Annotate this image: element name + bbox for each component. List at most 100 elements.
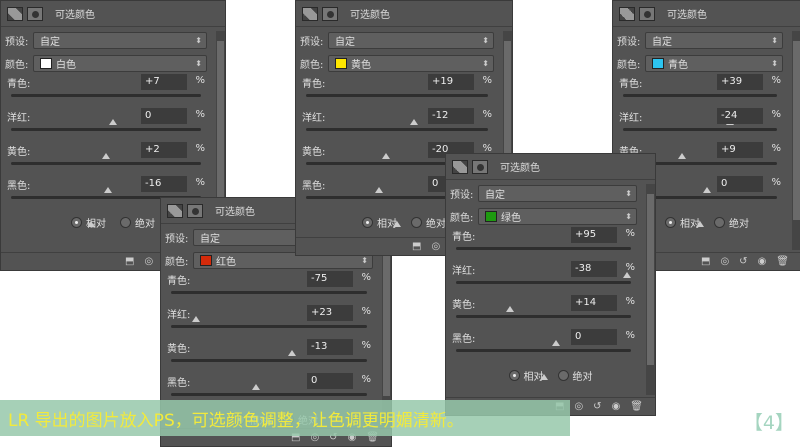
trash-icon[interactable]: 🗑 (776, 256, 789, 267)
slider-value-input[interactable]: -12 (428, 108, 474, 124)
clip-layer-icon[interactable]: ⬒ (701, 256, 710, 267)
slider-track[interactable] (171, 393, 367, 424)
panel-header: 可选颜色 (613, 1, 800, 27)
relative-radio[interactable]: 相对 (362, 215, 397, 230)
preset-dropdown[interactable]: 自定 (328, 31, 494, 49)
slider-value-input[interactable]: 0 (141, 108, 187, 124)
slider-handle[interactable] (696, 221, 704, 227)
percent-label: % (195, 75, 205, 86)
slider-row: 洋红: -12% (300, 107, 508, 159)
slider-row: 黄色: +14% (450, 294, 651, 346)
percent-label: % (625, 262, 635, 273)
percent-label: % (625, 330, 635, 341)
relative-radio[interactable]: 相对 (508, 368, 544, 383)
slider-value-input[interactable]: -16 (141, 176, 187, 192)
slider-track[interactable] (456, 349, 631, 380)
slider-value-input[interactable]: -13 (307, 339, 353, 355)
mask-icon[interactable] (472, 159, 488, 174)
slider-label: 洋红: (619, 113, 643, 124)
radio-selected-icon (508, 370, 520, 381)
visibility-icon[interactable]: ◉ (612, 401, 621, 412)
slider-track[interactable] (306, 94, 488, 125)
slider-label: 黄色: (302, 147, 326, 158)
preset-dropdown[interactable]: 自定 (645, 31, 783, 49)
mask-icon[interactable] (27, 6, 43, 21)
slider-track[interactable] (171, 325, 367, 356)
adjustment-layer-icon[interactable] (167, 203, 183, 218)
slider-value-input[interactable]: +19 (428, 74, 474, 90)
slider-track[interactable] (456, 315, 631, 346)
visibility-icon[interactable]: ◉ (758, 256, 767, 267)
reset-icon[interactable]: ↺ (593, 401, 601, 412)
slider-value-input[interactable]: -75 (307, 271, 353, 287)
absolute-label: 绝对 (572, 372, 593, 383)
slider-track[interactable] (11, 128, 201, 159)
slider-value-input[interactable]: +23 (307, 305, 353, 321)
slider-value-input[interactable]: -38 (571, 261, 617, 277)
adjustment-layer-icon[interactable] (452, 159, 468, 174)
color-dropdown[interactable]: 绿色 (478, 207, 637, 225)
slider-track[interactable] (623, 128, 777, 159)
slider-label: 黑色: (452, 334, 476, 345)
scrollbar[interactable] (382, 228, 391, 426)
view-previous-icon[interactable]: ◎ (574, 401, 583, 412)
color-dropdown[interactable]: 青色 (645, 54, 783, 72)
color-dropdown[interactable]: 黄色 (328, 54, 494, 72)
slider-value-input[interactable]: 0 (307, 373, 353, 389)
clip-layer-icon[interactable]: ⬒ (412, 241, 421, 252)
slider-value-input[interactable]: +2 (141, 142, 187, 158)
percent-label: % (482, 75, 492, 86)
absolute-radio[interactable]: 绝对 (714, 215, 749, 230)
mask-icon[interactable] (639, 6, 655, 21)
color-dropdown[interactable]: 白色 (33, 54, 207, 72)
view-previous-icon[interactable]: ◎ (720, 256, 729, 267)
trash-icon[interactable]: 🗑 (630, 401, 643, 412)
slider-label: 黑色: (302, 181, 326, 192)
slider-value-input[interactable]: +95 (571, 227, 617, 243)
mask-icon[interactable] (187, 203, 203, 218)
relative-radio[interactable]: 相对 (665, 215, 700, 230)
absolute-label: 绝对 (729, 219, 749, 230)
absolute-radio[interactable]: 绝对 (120, 215, 155, 230)
adjustment-layer-icon[interactable] (7, 6, 23, 21)
adjustment-layer-icon[interactable] (302, 6, 318, 21)
slider-value-input[interactable]: -24 (717, 108, 763, 124)
preset-dropdown[interactable]: 自定 (478, 184, 637, 202)
adjustment-layer-icon[interactable] (619, 6, 635, 21)
slider-label: 洋红: (7, 113, 31, 124)
slider-value-input[interactable]: 0 (571, 329, 617, 345)
slider-track[interactable] (456, 281, 631, 312)
clip-layer-icon[interactable]: ⬒ (125, 256, 134, 267)
slider-track[interactable] (171, 291, 367, 322)
slider-track[interactable] (171, 359, 367, 390)
scrollbar[interactable] (646, 184, 655, 395)
view-previous-icon[interactable]: ◎ (431, 241, 440, 252)
preset-label: 预设: (450, 189, 474, 201)
scrollbar[interactable] (792, 31, 800, 250)
slider-track[interactable] (456, 247, 631, 278)
slider-handle[interactable] (86, 221, 95, 227)
absolute-radio[interactable]: 绝对 (557, 368, 593, 383)
slider-row: 洋红: -24% (617, 107, 797, 159)
slider-handle[interactable] (393, 221, 401, 227)
slider-track[interactable] (623, 94, 777, 125)
slider-label: 青色: (302, 79, 326, 90)
color-label: 颜色: (5, 59, 29, 71)
radio-icon (557, 370, 569, 381)
absolute-radio[interactable]: 绝对 (411, 215, 446, 230)
slider-track[interactable] (11, 162, 201, 193)
slider-value-input[interactable]: 0 (717, 176, 763, 192)
mask-icon[interactable] (322, 6, 338, 21)
slider-value-input[interactable]: +9 (717, 142, 763, 158)
slider-value-input[interactable]: +7 (141, 74, 187, 90)
slider-value-input[interactable]: +14 (571, 295, 617, 311)
slider-handle[interactable] (539, 374, 548, 380)
view-previous-icon[interactable]: ◎ (144, 256, 153, 267)
slider-track[interactable] (306, 128, 488, 159)
slider-track[interactable] (11, 94, 201, 125)
slider-value-input[interactable]: +39 (717, 74, 763, 90)
preset-dropdown[interactable]: 自定 (33, 31, 207, 49)
radio-selected-icon (71, 217, 82, 228)
slider-row: 洋红: +23% (165, 304, 387, 356)
reset-icon[interactable]: ↺ (739, 256, 747, 267)
